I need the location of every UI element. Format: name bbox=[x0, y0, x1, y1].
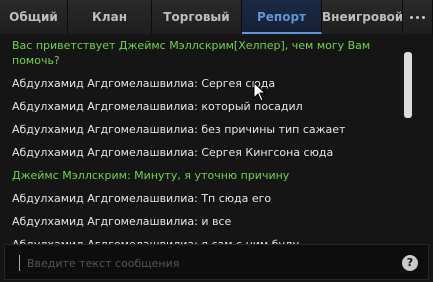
tab-general[interactable]: Общий bbox=[0, 0, 68, 34]
chat-message: Абдулхамид Агдгомелашвилиа: Сергея сюда bbox=[12, 77, 276, 90]
chat-message: Абдулхамид Агдгомелашвилиа: и все bbox=[12, 215, 232, 228]
chat-message: Абдулхамид Агдгомелашвилиа: я сам с ним … bbox=[0, 233, 400, 244]
message-input-bar: ? bbox=[4, 244, 429, 280]
tab-offgame[interactable]: Внеигровой bbox=[322, 0, 403, 34]
message-input[interactable] bbox=[19, 251, 391, 275]
chat-scrollbar[interactable] bbox=[404, 52, 412, 118]
chat-message: Джеймс Мэллскрим: Минуту, я уточню причи… bbox=[12, 169, 290, 182]
chat-message: Абдулхамид Агдгомелашвилиа: Сергея Кингс… bbox=[12, 146, 334, 159]
chat-log[interactable]: Вас приветствует Джеймс Мэллскрим[Хелпер… bbox=[0, 34, 400, 244]
more-dots-icon[interactable] bbox=[403, 0, 433, 34]
chat-tabs: Общий Клан Торговый Репорт Внеигровой bbox=[0, 0, 433, 34]
mouse-cursor-icon bbox=[253, 82, 267, 102]
tab-report[interactable]: Репорт bbox=[242, 0, 322, 34]
chat-message: Вас приветствует Джеймс Мэллскрим[Хелпер… bbox=[12, 39, 371, 67]
chat-message: Абдулхамид Агдгомелашвилиа: Тп сюда его bbox=[12, 192, 272, 205]
tab-clan[interactable]: Клан bbox=[68, 0, 152, 34]
tab-trade[interactable]: Торговый bbox=[152, 0, 242, 34]
chat-message: Абдулхамид Агдгомелашвилиа: который поса… bbox=[12, 100, 303, 113]
help-icon[interactable]: ? bbox=[402, 255, 418, 271]
chat-message: Абдулхамид Агдгомелашвилиа: без причины … bbox=[12, 123, 346, 136]
